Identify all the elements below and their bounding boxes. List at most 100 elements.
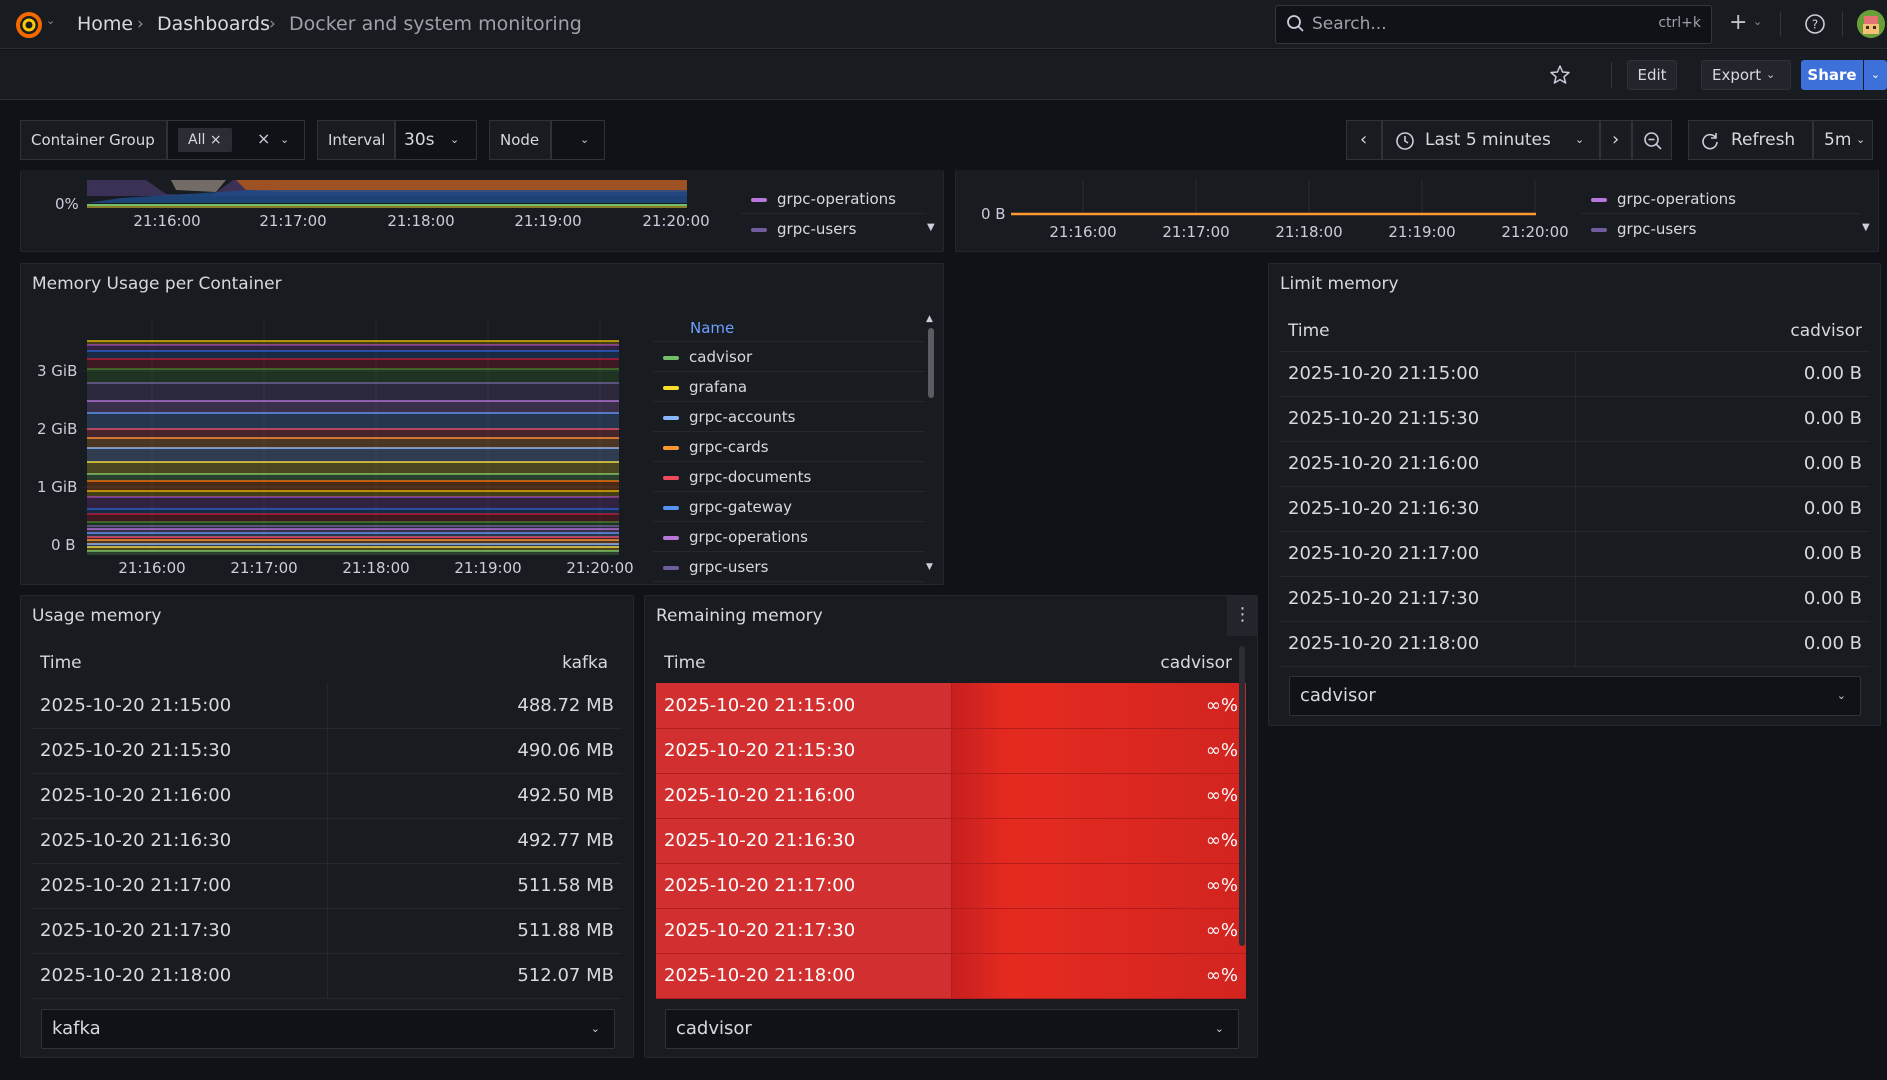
chevron-down-icon[interactable]: ⌄ <box>280 133 289 146</box>
cell-value: 490.06 MB <box>327 728 622 774</box>
table-row: 2025-10-20 21:17:00 ∞% <box>656 863 1246 909</box>
x-axis-tick: 21:17:00 <box>259 212 326 230</box>
time-range-picker[interactable]: Last 5 minutes ⌄ <box>1382 120 1600 160</box>
area-series-gray <box>171 180 226 192</box>
table-row: 2025-10-20 21:16:00 0.00 B <box>1280 441 1870 487</box>
chip-remove-icon[interactable]: × <box>210 132 222 148</box>
chevron-down-icon[interactable]: ⌄ <box>1766 68 1775 81</box>
chevron-down-icon[interactable]: ⌄ <box>580 133 589 146</box>
area-band <box>87 345 619 351</box>
x-axis-tick: 21:18:00 <box>342 559 409 577</box>
column-header-value[interactable]: kafka <box>327 643 622 683</box>
legend-item[interactable]: grpc-operations <box>1581 184 1861 214</box>
column-header-time[interactable]: Time <box>1280 311 1575 352</box>
cell-time: 2025-10-20 21:15:00 <box>32 683 328 729</box>
cell-time: 2025-10-20 21:18:00 <box>656 953 952 999</box>
panel-menu-icon[interactable]: ⋮ <box>1227 596 1258 636</box>
refresh-interval-picker[interactable]: 5m ⌄ <box>1813 120 1873 160</box>
cell-time: 2025-10-20 21:16:00 <box>32 773 328 819</box>
cell-time: 2025-10-20 21:16:30 <box>656 818 952 864</box>
legend-label: cadvisor <box>689 348 753 366</box>
legend-item[interactable]: grpc-cards <box>653 432 925 462</box>
scroll-down-icon[interactable]: ▼ <box>926 562 933 572</box>
help-icon[interactable]: ? <box>1804 13 1826 35</box>
share-button[interactable]: Share <box>1801 60 1863 90</box>
table-scrollbar[interactable] <box>1239 646 1245 946</box>
table-row: 2025-10-20 21:18:00 ∞% <box>656 953 1246 999</box>
user-avatar[interactable] <box>1857 10 1885 38</box>
edit-button[interactable]: Edit <box>1627 60 1677 90</box>
column-header-time[interactable]: Time <box>32 643 327 683</box>
cell-value: 511.58 MB <box>327 863 622 909</box>
cpu-usage-chart: 0% 21:16:00 21:17:00 21:18:00 21:19:00 2… <box>55 180 710 230</box>
chevron-down-icon: ⌄ <box>1575 133 1585 146</box>
cell-time: 2025-10-20 21:16:30 <box>1280 486 1576 532</box>
table-row: 2025-10-20 21:15:30 ∞% <box>656 728 1246 774</box>
interval-select[interactable]: 30s <box>395 120 477 160</box>
search-input[interactable] <box>1312 12 1612 36</box>
grafana-logo-icon[interactable] <box>14 10 44 40</box>
legend-item[interactable]: grpc-gateway <box>653 492 925 522</box>
search-box[interactable]: ctrl+k <box>1275 5 1712 44</box>
legend-swatch <box>1591 197 1607 202</box>
add-icon[interactable]: + <box>1729 10 1747 35</box>
column-header-time[interactable]: Time <box>656 643 951 683</box>
limit-series-select[interactable]: cadvisor ⌄ <box>1289 676 1861 716</box>
column-header-value[interactable]: cadvisor <box>1575 311 1870 352</box>
cell-value: 511.88 MB <box>327 908 622 954</box>
star-icon[interactable] <box>1548 63 1572 87</box>
legend-item[interactable]: grpc-users <box>1581 214 1861 244</box>
legend-scrollbar[interactable]: ▲ ▼ <box>925 314 937 574</box>
remaining-series-select[interactable]: cadvisor ⌄ <box>665 1009 1239 1049</box>
select-value: kafka <box>52 1018 101 1039</box>
panel-title: Limit memory <box>1280 274 1399 294</box>
scroll-down-icon[interactable]: ▼ <box>927 222 935 233</box>
time-shift-back-button[interactable]: ‹ <box>1346 120 1382 160</box>
breadcrumb-dashboards[interactable]: Dashboards <box>157 13 270 35</box>
legend-table: Name cadvisor grafana grpc-accounts grpc-ca… <box>653 314 925 582</box>
legend-header-name[interactable]: Name <box>653 314 925 342</box>
breadcrumb-home[interactable]: Home <box>77 13 133 35</box>
area-band <box>87 438 619 448</box>
legend-item[interactable]: grpc-documents <box>653 462 925 492</box>
node-select[interactable] <box>551 120 605 160</box>
table-row: 2025-10-20 21:16:30 ∞% <box>656 818 1246 864</box>
cell-value: 512.07 MB <box>327 953 622 999</box>
legend-item[interactable]: cadvisor <box>653 342 925 372</box>
legend-item[interactable]: grpc-operations <box>653 522 925 552</box>
chevron-down-icon[interactable]: ⌄ <box>1753 15 1762 28</box>
select-value: cadvisor <box>1300 685 1376 706</box>
x-axis-tick: 21:19:00 <box>454 559 521 577</box>
chevron-down-icon[interactable]: ⌄ <box>46 14 55 27</box>
selected-value-chip[interactable]: All × <box>178 128 232 152</box>
zoom-out-button[interactable] <box>1632 120 1672 160</box>
cell-value: 0.00 B <box>1575 441 1870 487</box>
scroll-up-icon[interactable]: ▲ <box>926 314 933 324</box>
area-band <box>87 448 619 462</box>
legend-list: grpc-operations grpc-users <box>1581 184 1861 244</box>
legend-item[interactable]: grpc-users <box>741 214 926 244</box>
refresh-button[interactable]: Refresh <box>1688 120 1813 160</box>
legend-item[interactable]: grpc-accounts <box>653 402 925 432</box>
table-row: 2025-10-20 21:17:00 511.58 MB <box>32 863 622 909</box>
legend-item[interactable]: grafana <box>653 372 925 402</box>
legend-list: cadvisor grafana grpc-accounts grpc-cards gr… <box>653 342 925 582</box>
scroll-down-icon[interactable]: ▼ <box>1862 222 1870 233</box>
x-axis-tick: 21:20:00 <box>566 559 633 577</box>
x-axis-tick: 21:17:00 <box>230 559 297 577</box>
column-header-value[interactable]: cadvisor <box>951 643 1246 683</box>
cell-time: 2025-10-20 21:17:30 <box>1280 576 1576 622</box>
chevron-down-icon[interactable]: ⌄ <box>450 133 459 146</box>
scroll-thumb[interactable] <box>928 328 934 398</box>
export-button[interactable]: Export <box>1701 60 1791 90</box>
legend-item[interactable]: grpc-users <box>653 552 925 582</box>
share-menu-chevron-icon[interactable]: ⌄ <box>1864 60 1887 90</box>
time-shift-forward-button[interactable]: › <box>1600 120 1632 160</box>
area-band <box>87 413 619 429</box>
select-value: cadvisor <box>676 1018 752 1039</box>
cell-value: 0.00 B <box>1575 531 1870 577</box>
usage-series-select[interactable]: kafka ⌄ <box>41 1009 615 1049</box>
cell-value: 0.00 B <box>1575 396 1870 442</box>
legend-item[interactable]: grpc-operations <box>741 184 926 214</box>
clear-icon[interactable]: × <box>257 129 270 148</box>
